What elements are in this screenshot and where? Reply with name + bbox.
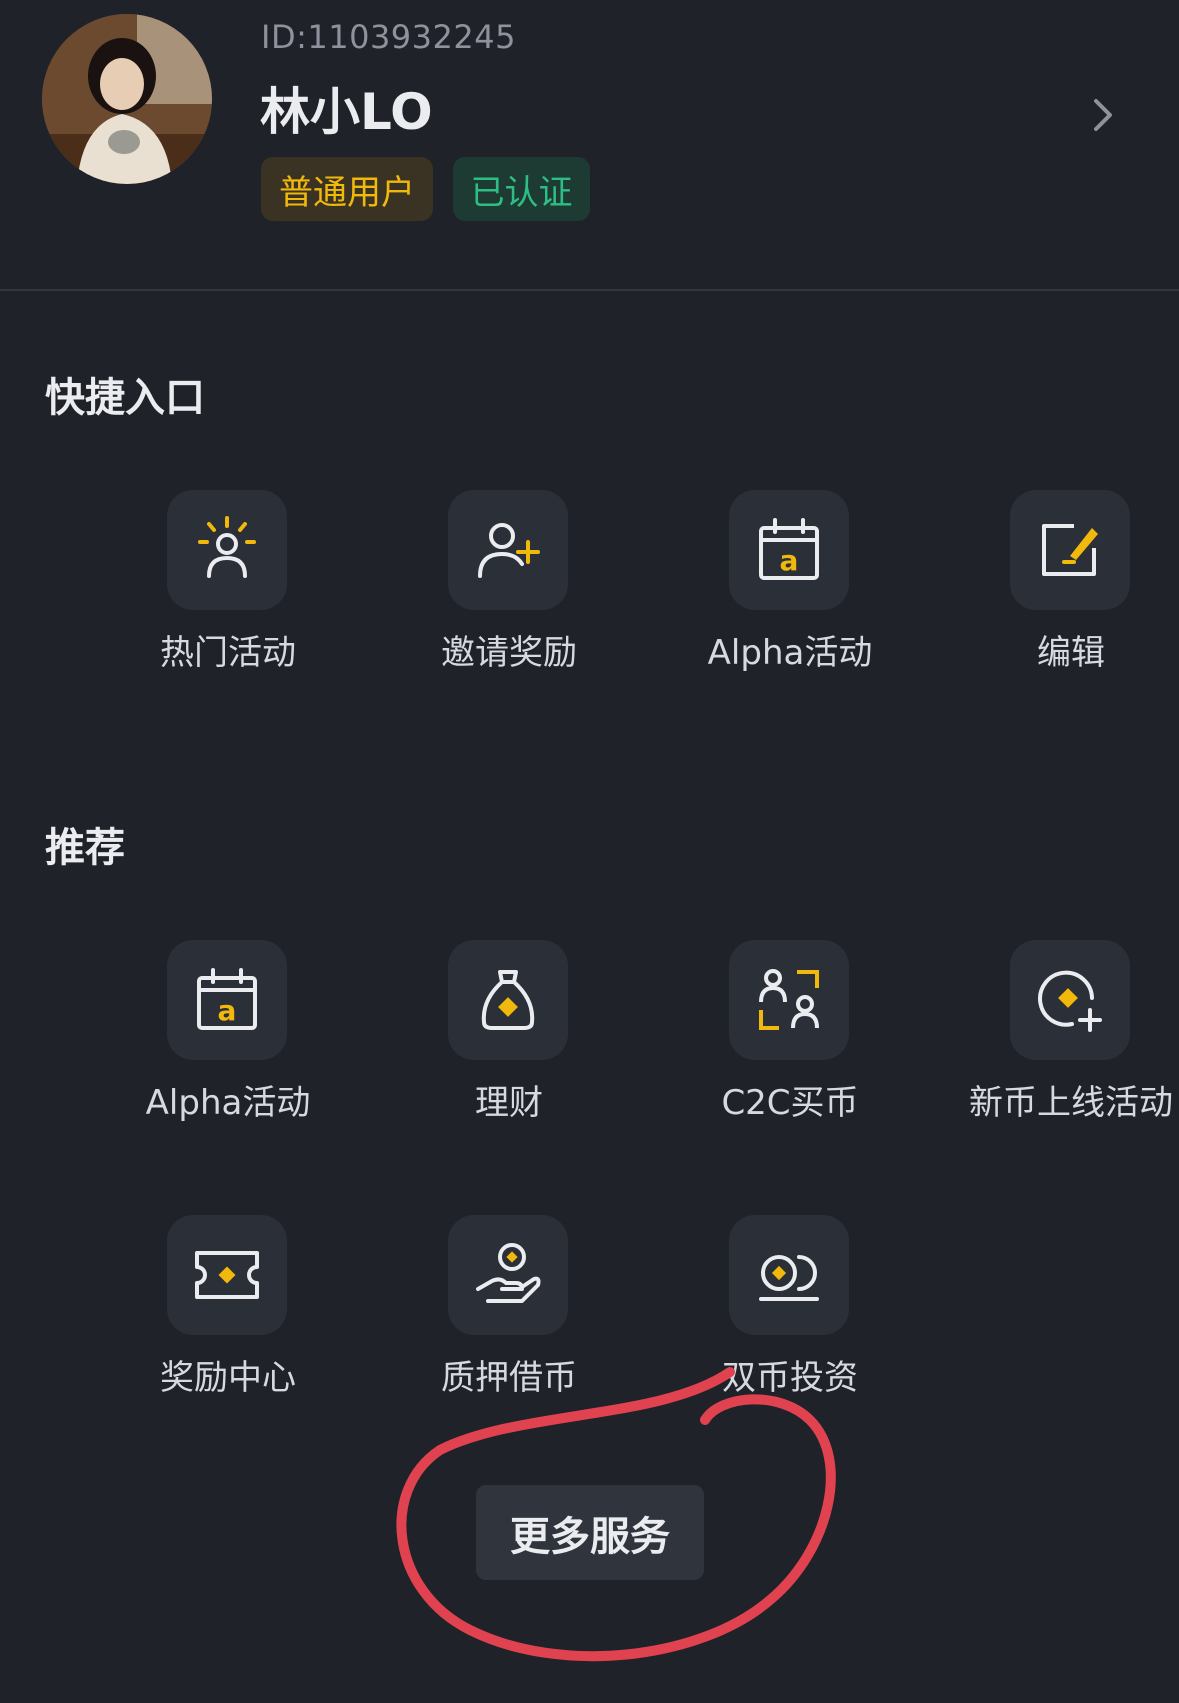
more-services-button[interactable]: 更多服务 (476, 1485, 704, 1580)
user-level-badge: 普通用户 (261, 157, 433, 221)
tile-label: Alpha活动 (145, 1083, 311, 1123)
recommended-dual-coin[interactable]: 双币投资 (660, 1215, 920, 1415)
profile-header[interactable]: ID:1103932245 林小LO 普通用户 已认证 (0, 0, 1179, 290)
hot-activity-icon (167, 490, 287, 610)
tile-label: C2C买币 (721, 1083, 859, 1123)
recommended-title: 推荐 (45, 825, 125, 871)
tile-label: 质押借币 (441, 1358, 577, 1398)
profile-page: ID:1103932245 林小LO 普通用户 已认证 快捷入口 热门活动 邀请… (0, 0, 1179, 1703)
tile-label: 新币上线活动 (969, 1083, 1173, 1123)
tile-label: 编辑 (1037, 633, 1105, 673)
chevron-right-icon[interactable] (1088, 95, 1118, 135)
recommended-c2c[interactable]: C2C买币 (660, 940, 920, 1140)
quick-entry-invite-reward[interactable]: 邀请奖励 (379, 490, 639, 690)
invite-reward-icon (448, 490, 568, 610)
header-divider (0, 289, 1179, 291)
alpha-calendar-icon: a (167, 940, 287, 1060)
verified-badge: 已认证 (453, 157, 590, 221)
alpha-calendar-icon: a (729, 490, 849, 610)
recommended-alpha-activity[interactable]: a Alpha活动 (98, 940, 358, 1140)
tile-label: 热门活动 (160, 633, 296, 673)
loan-hand-icon (448, 1215, 568, 1335)
quick-entry-alpha-activity[interactable]: a Alpha活动 (660, 490, 920, 690)
user-id: ID:1103932245 (261, 18, 516, 56)
recommended-reward-center[interactable]: 奖励中心 (98, 1215, 358, 1415)
recommended-new-coin[interactable]: 新币上线活动 (941, 940, 1179, 1140)
c2c-icon (729, 940, 849, 1060)
tile-label: Alpha活动 (707, 633, 873, 673)
svg-text:a: a (218, 994, 237, 1027)
user-name: 林小LO (260, 83, 433, 141)
recommended-loan[interactable]: 质押借币 (379, 1215, 639, 1415)
quick-entry-edit[interactable]: 编辑 (941, 490, 1179, 690)
dual-coin-icon (729, 1215, 849, 1335)
avatar[interactable] (42, 14, 212, 184)
edit-icon (1010, 490, 1130, 610)
tile-label: 双币投资 (722, 1358, 858, 1398)
money-bag-icon (448, 940, 568, 1060)
tile-label: 邀请奖励 (441, 633, 577, 673)
recommended-wealth[interactable]: 理财 (379, 940, 639, 1140)
tile-label: 理财 (475, 1083, 543, 1123)
quick-entry-hot-activity[interactable]: 热门活动 (98, 490, 358, 690)
new-coin-icon (1010, 940, 1130, 1060)
tile-label: 奖励中心 (160, 1358, 296, 1398)
svg-text:a: a (780, 544, 799, 577)
quick-entry-title: 快捷入口 (45, 375, 205, 421)
ticket-icon (167, 1215, 287, 1335)
